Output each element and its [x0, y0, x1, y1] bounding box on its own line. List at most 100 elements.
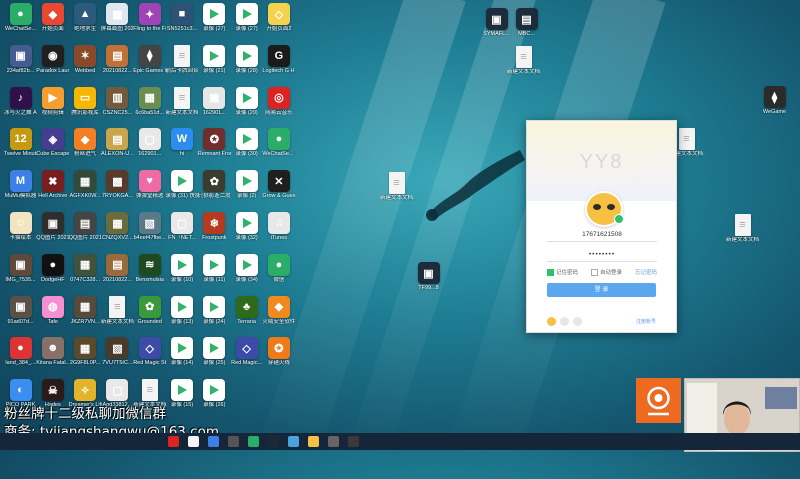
desktop-icon[interactable]: ●WeChatSe... (2)	[262, 128, 295, 157]
desktop-icon[interactable]: ● DodgeHF	[36, 253, 69, 283]
desktop-icon[interactable]: ☻ Kitana Fatal...	[36, 337, 69, 366]
desktop-icon[interactable]: 录像 (11)	[198, 253, 231, 283]
desktop-icon[interactable]: ▲ 绝地求生	[69, 3, 102, 32]
desktop-icon[interactable]: ▣ TF99...8	[412, 262, 445, 291]
desktop-icon[interactable]: ✿ 只狼影逝二度	[198, 170, 231, 199]
desktop-icon[interactable]: ▦ CNZQXV2...	[101, 212, 134, 241]
taskbar-icon[interactable]	[328, 436, 339, 447]
desktop-icon[interactable]: ◆ 开始页面	[36, 3, 69, 32]
remember-option[interactable]: 记住密码	[547, 268, 578, 277]
desktop-icon[interactable]: ✖ Hell Archive	[36, 170, 69, 199]
password-field[interactable]: ••••••••	[547, 251, 657, 262]
desktop-icon[interactable]: ● WeChatSe...	[4, 3, 37, 32]
desktop-icon[interactable]: 录像 (29)	[230, 86, 263, 116]
desktop-icon[interactable]: ◉Paradox Launcher v2	[36, 44, 69, 74]
desktop-icon[interactable]: 录像 (2)	[230, 170, 263, 199]
desktop-icon[interactable]: ⧫Epic Games WeGame版	[133, 44, 166, 74]
auto-login-checkbox[interactable]	[590, 269, 598, 277]
qq-icon[interactable]	[560, 317, 569, 326]
desktop-icon[interactable]: ▤QQ图片 20210819...	[69, 212, 102, 241]
desktop-icon[interactable]: ≋ Bensmulsia	[133, 253, 166, 283]
remember-checkbox[interactable]	[547, 269, 554, 277]
taskbar-icon[interactable]	[188, 436, 199, 447]
desktop-icon[interactable]: ▩ 7RYOKGA...	[101, 170, 134, 199]
desktop-icon[interactable]: ♪冰与火之舞 A Dance of...	[4, 86, 37, 116]
desktop-icon[interactable]: ≡ 新建文本文档	[726, 214, 759, 243]
desktop-icon[interactable]: ● land_384_...	[4, 337, 37, 366]
desktop-icon[interactable]: ▣QQ图片 20210818...	[36, 212, 69, 241]
desktop-icon[interactable]: ▥ CSZNC25...	[101, 86, 134, 116]
desktop-icon[interactable]: 录像 (34)	[230, 253, 263, 283]
desktop-icon[interactable]: ⧫ WeGame	[758, 86, 791, 115]
desktop-icon[interactable]: ▤ 20210822...	[101, 253, 134, 283]
desktop-icon[interactable]: ☺ 卡猫绘本	[4, 212, 37, 241]
desktop-icon[interactable]: ▧ b4eef47fbe...	[133, 212, 166, 241]
desktop-icon[interactable]: ✪Remnant From t...	[198, 128, 231, 157]
yy-icon[interactable]	[547, 317, 556, 326]
desktop-icon[interactable]: ▦ 2G9F8L0P...	[69, 337, 102, 366]
desktop-icon[interactable]: ♫ iTunes	[262, 212, 295, 241]
desktop-icon[interactable]: ▦ 6c6ba51d...	[133, 86, 166, 116]
taskbar-icon[interactable]	[348, 436, 359, 447]
desktop-icon[interactable]: ✦Fling to the Finish 修改	[133, 3, 166, 32]
desktop-icon[interactable]: ✶ Webbed	[69, 44, 102, 74]
username-field[interactable]: 17671621508	[547, 231, 657, 242]
desktop-icon[interactable]: ● 微信	[262, 253, 295, 283]
netease-taskbar-icon[interactable]	[168, 436, 179, 447]
desktop-icon[interactable]: ♣ Terraria	[230, 295, 263, 325]
desktop-icon[interactable]: ▭ 腾讯影视库	[69, 86, 102, 116]
login-button[interactable]: 登 录	[547, 283, 656, 297]
desktop-icon[interactable]: Whi	[166, 128, 199, 157]
desktop-icon[interactable]: ▦ 0747C328...	[69, 253, 102, 283]
desktop-icon[interactable]: ≡新建文本文档 (2)	[166, 86, 199, 116]
desktop-icon[interactable]: 录像 (25)	[198, 337, 231, 366]
desktop-icon[interactable]: 录像 (26)	[198, 379, 231, 408]
desktop-icon[interactable]: ◆ 粉丝进气	[69, 128, 102, 157]
desktop-icon[interactable]: ◈Cube Escape...	[36, 128, 69, 157]
desktop-icon[interactable]: ▶ 视频剪辑	[36, 86, 69, 116]
desktop-icon[interactable]: ◇ 开始页面2	[262, 3, 295, 32]
desktop-icon[interactable]: ✪ 穿越火线	[262, 337, 295, 366]
desktop-icon[interactable]: ▤ ALEXON-U...	[101, 128, 134, 157]
auto-option[interactable]: 自动登录	[590, 268, 622, 277]
desktop-icon[interactable]: ◇Red Magic Studio	[133, 337, 166, 366]
desktop-icon[interactable]: 录像 (27)	[198, 3, 231, 32]
desktop-icon[interactable]: ▦ AGFXK0W...	[69, 170, 102, 199]
desktop-icon[interactable]: 12Twelve Minutes	[4, 128, 37, 157]
taskbar-icon[interactable]	[228, 436, 239, 447]
desktop-icon[interactable]: ▦屏幕截图 2021082...	[101, 3, 134, 32]
desktop-icon[interactable]: 录像 (24)	[198, 295, 231, 325]
desktop-icon[interactable]: 录像 (15)	[166, 379, 199, 408]
wechat-icon[interactable]	[573, 317, 582, 326]
desktop-icon[interactable]: 录像 (10)	[166, 253, 199, 283]
desktop-icon[interactable]: 录像 (28)	[230, 44, 263, 74]
desktop-icon[interactable]: 录像 (30)	[230, 128, 263, 157]
desktop-icon[interactable]: ▦ JKZR7VN...	[69, 295, 102, 325]
desktop-icon[interactable]: ▤ 20210822...	[101, 44, 134, 74]
desktop-icon[interactable]: ≡ 前后卡牌回合	[166, 44, 199, 74]
desktop-icon[interactable]: 录像 (13)	[166, 295, 199, 325]
taskbar-icon[interactable]	[208, 436, 219, 447]
desktop-icon[interactable]: ▧ 7VU7T5IC...	[101, 337, 134, 366]
desktop-icon[interactable]: ✕ Grow & Guess	[262, 170, 295, 199]
desktop-icon[interactable]: ▣ IMG_7535...	[4, 253, 37, 283]
desktop-icon[interactable]: ≡新建文本文档 (4)	[101, 295, 134, 325]
desktop-icon[interactable]: ◎ 网易云音乐	[262, 86, 295, 116]
desktop-icon[interactable]: ◍ Tafe	[36, 295, 69, 325]
steam-taskbar-icon[interactable]	[268, 436, 279, 447]
desktop-icon[interactable]: 录像 (32)	[230, 212, 263, 241]
desktop-icon[interactable]: 录像 (14)	[166, 337, 199, 366]
taskbar-icon[interactable]	[288, 436, 299, 447]
desktop-icon[interactable]: ◆ 火绒安全软件	[262, 295, 295, 325]
desktop-icon[interactable]: ▢ FN「NET...	[166, 212, 199, 241]
desktop-icon[interactable]: ≡新建文本文档 (8)	[507, 46, 540, 75]
register-link[interactable]: 注册账号	[636, 318, 656, 325]
desktop-icon[interactable]: ▣ SYMAFL...	[480, 8, 513, 37]
desktop-icon[interactable]: ◇ Red Magic...	[230, 337, 263, 366]
desktop-icon[interactable]: ▣ 91ad07d...	[4, 295, 37, 325]
desktop-icon[interactable]: 录像 (27)	[230, 3, 263, 32]
desktop-icon[interactable]: ✿ Grounded	[133, 295, 166, 325]
desktop-icon[interactable]: ≡新建文本文档 (1)	[380, 172, 413, 201]
desktop-icon[interactable]: ▤ MBC...	[510, 8, 543, 37]
desktop-icon[interactable]: ■ SN5251c3...	[166, 3, 199, 32]
